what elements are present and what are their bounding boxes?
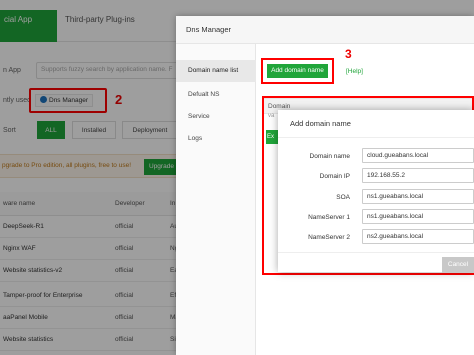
dialog-title: Add domain name	[278, 110, 474, 138]
dialog-footer: Cancel	[278, 252, 474, 273]
sidebar-item-service[interactable]: Service	[176, 106, 256, 128]
sidebar-item-default-ns[interactable]: Defualt NS	[176, 84, 256, 106]
cancel-button[interactable]: Cancel	[442, 257, 474, 273]
label-nameserver-1: NameServer 1	[308, 214, 350, 221]
dns-manager-title: Dns Manager	[176, 16, 474, 44]
nameserver-1-input[interactable]	[362, 209, 474, 224]
help-link[interactable]: [Help]	[346, 68, 363, 75]
sidebar-item-logs[interactable]: Logs	[176, 128, 256, 150]
label-nameserver-2: NameServer 2	[308, 234, 350, 241]
dns-sidebar: Domain name list Defualt NS Service Logs	[176, 44, 256, 355]
label-domain-ip: Domain IP	[319, 173, 350, 180]
domain-name-input[interactable]	[362, 148, 474, 163]
nameserver-2-input[interactable]	[362, 229, 474, 244]
add-domain-button[interactable]: Add domain name	[267, 64, 328, 78]
label-soa: SOA	[336, 194, 350, 201]
add-domain-dialog: Add domain name Domain name Domain IP SO…	[278, 110, 474, 273]
annotation-number-three: 3	[345, 47, 352, 61]
soa-input[interactable]	[362, 189, 474, 204]
label-domain-name: Domain name	[309, 153, 350, 160]
domain-ip-input[interactable]	[362, 168, 474, 183]
add-domain-highlight: Add domain name	[261, 58, 334, 84]
sidebar-item-domain-name-list[interactable]: Domain name list	[176, 60, 256, 82]
